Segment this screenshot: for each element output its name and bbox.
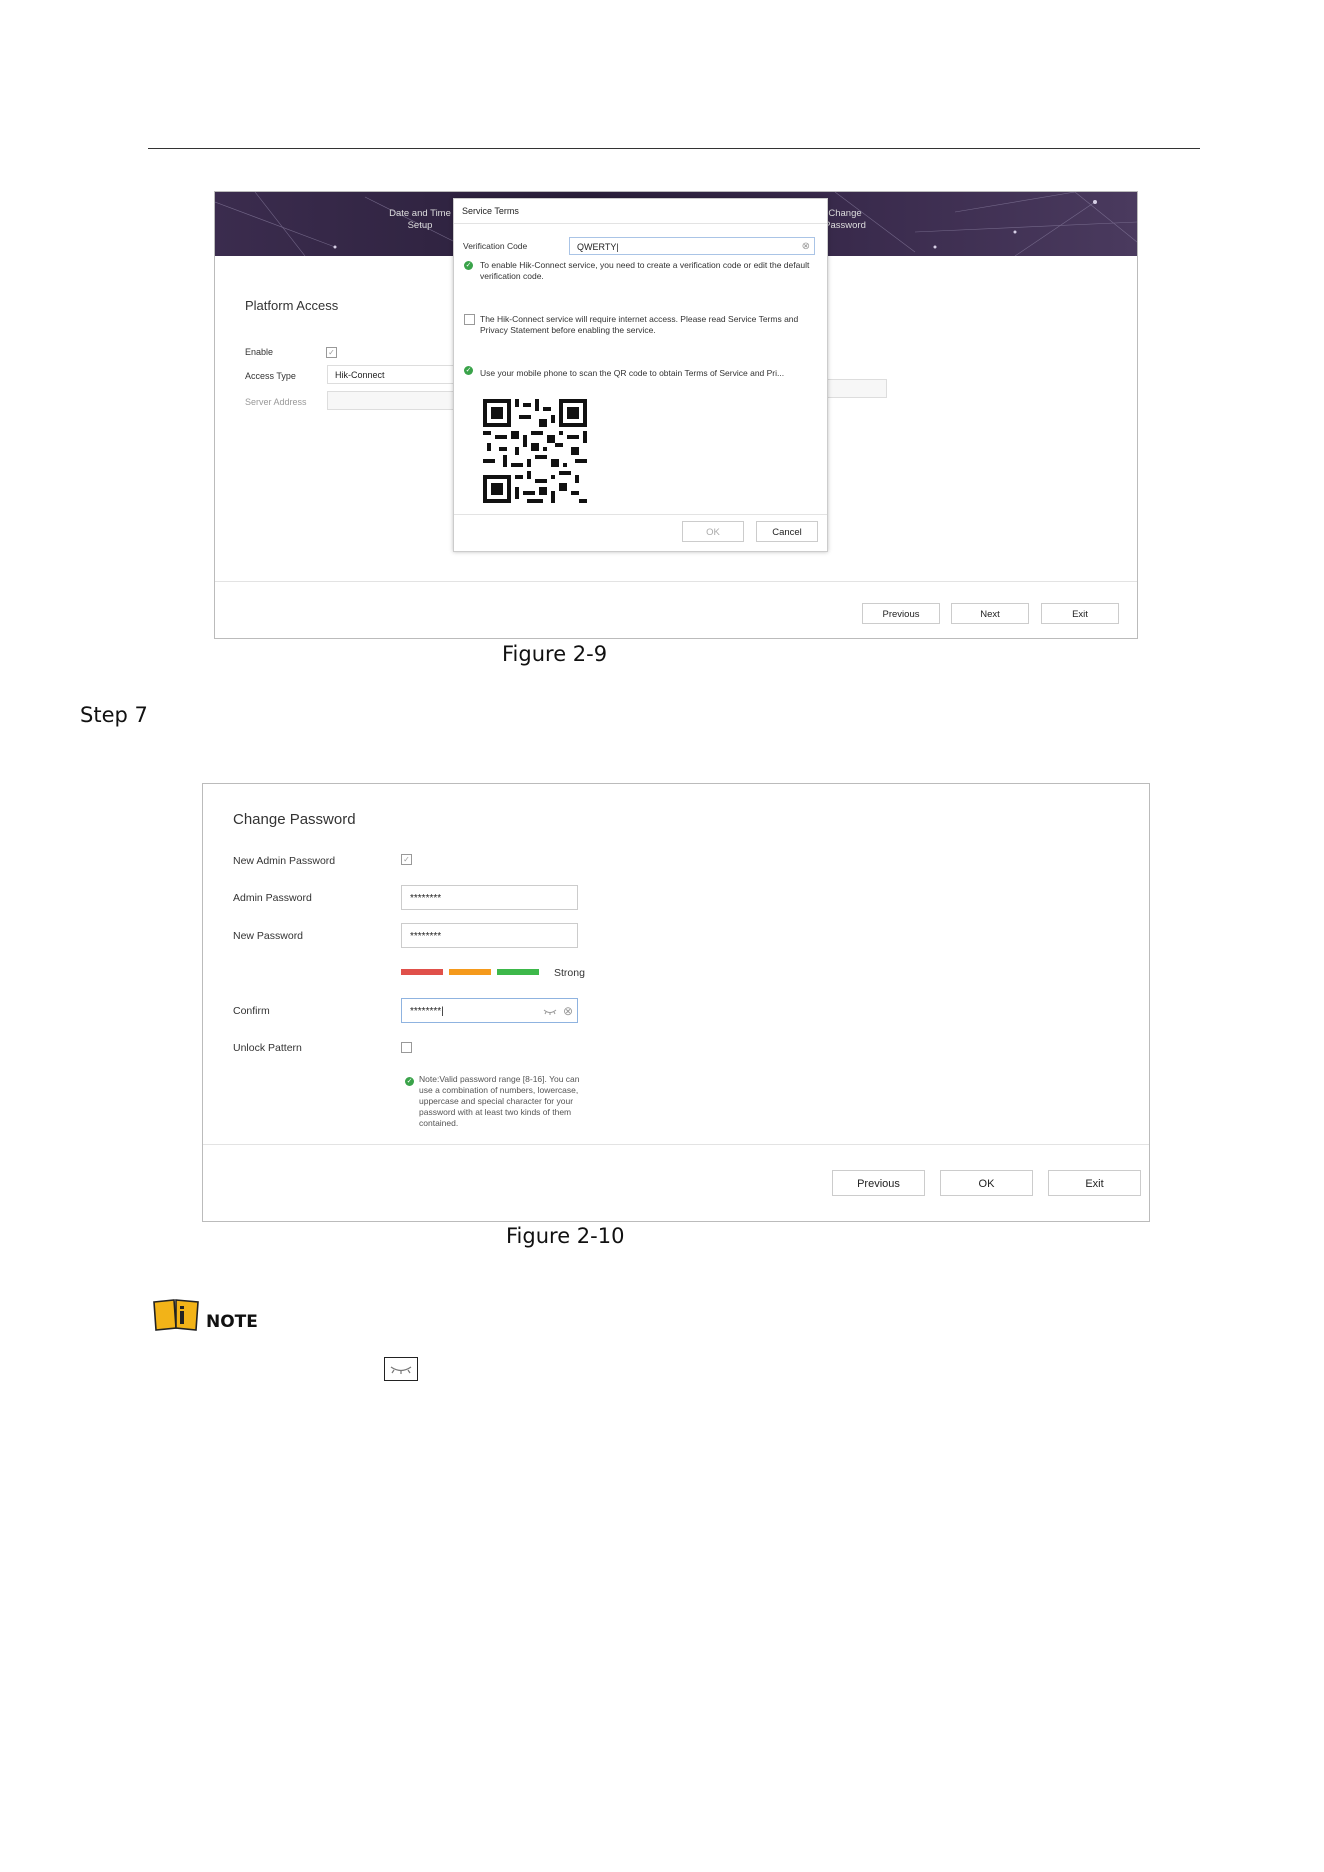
check-circle-icon: ✓ <box>464 366 473 375</box>
note-book-icon <box>153 1299 199 1331</box>
exit-button[interactable]: Exit <box>1041 603 1119 624</box>
dialog-cancel-button[interactable]: Cancel <box>756 521 818 542</box>
unlock-pattern-checkbox[interactable] <box>401 1042 412 1053</box>
admin-password-label: Admin Password <box>233 892 312 904</box>
check-circle-icon: ✓ <box>464 261 473 270</box>
new-admin-password-label: New Admin Password <box>233 855 336 867</box>
footer-divider <box>215 581 1137 582</box>
figure-2-10-caption: Figure 2-10 <box>506 1224 625 1248</box>
strength-bar-medium <box>449 969 491 975</box>
access-type-label: Access Type <box>245 371 296 381</box>
exit-button[interactable]: Exit <box>1048 1170 1141 1196</box>
eye-closed-icon <box>384 1357 418 1381</box>
verification-code-input[interactable]: QWERTY| ⊗ <box>569 237 815 255</box>
confirm-input[interactable]: ********| ⊗ <box>401 998 578 1023</box>
eye-closed-icon[interactable] <box>543 1007 557 1016</box>
agree-checkbox[interactable] <box>464 314 475 325</box>
admin-password-input[interactable]: ******** <box>401 885 578 910</box>
strength-label: Strong <box>554 967 585 979</box>
change-password-title: Change Password <box>233 811 356 828</box>
service-terms-dialog: Service Terms Verification Code QWERTY| … <box>453 198 828 552</box>
ok-button[interactable]: OK <box>940 1170 1033 1196</box>
previous-button[interactable]: Previous <box>832 1170 925 1196</box>
strength-bar-weak <box>401 969 443 975</box>
enable-checkbox[interactable]: ✓ <box>326 347 337 358</box>
figure-2-9-caption: Figure 2-9 <box>502 642 608 666</box>
access-type-select[interactable]: Hik-Connect <box>327 365 457 384</box>
enable-label: Enable <box>245 347 274 357</box>
qr-info-text: Use your mobile phone to scan the QR cod… <box>480 368 785 378</box>
confirm-value: ********| <box>410 1006 444 1017</box>
figure-platform-access: Date and Time Setup Change Password Plat… <box>214 191 1138 639</box>
dialog-footer-divider <box>454 514 827 515</box>
qr-code-icon <box>483 399 587 503</box>
server-address-input[interactable] <box>327 391 457 410</box>
clear-icon[interactable]: ⊗ <box>563 999 573 1024</box>
check-circle-icon: ✓ <box>405 1077 414 1086</box>
footer-divider <box>203 1144 1149 1145</box>
new-password-label: New Password <box>233 930 304 942</box>
step-label: Step 7 <box>80 703 148 727</box>
confirm-label: Confirm <box>233 1005 270 1017</box>
note-label: NOTE <box>206 1312 258 1332</box>
clear-icon[interactable]: ⊗ <box>802 238 810 256</box>
verification-code-value: QWERTY| <box>577 242 619 252</box>
verification-code-label: Verification Code <box>463 241 528 251</box>
verification-info-text: To enable Hik-Connect service, you need … <box>480 260 810 281</box>
next-button[interactable]: Next <box>951 603 1029 624</box>
new-admin-password-checkbox[interactable]: ✓ <box>401 854 412 865</box>
dialog-title: Service Terms <box>454 199 827 224</box>
step-date-time[interactable]: Date and Time Setup <box>385 208 455 232</box>
password-note: Note:Valid password range [8-16]. You ca… <box>419 1074 580 1128</box>
background-field <box>825 379 887 398</box>
new-password-input[interactable]: ******** <box>401 923 578 948</box>
strength-bar-strong <box>497 969 539 975</box>
platform-access-title: Platform Access <box>245 298 339 313</box>
server-address-label: Server Address <box>245 397 307 407</box>
unlock-pattern-label: Unlock Pattern <box>233 1042 302 1054</box>
dialog-ok-button[interactable]: OK <box>682 521 744 542</box>
figure-change-password: Change Password New Admin Password ✓ Adm… <box>202 783 1150 1222</box>
previous-button[interactable]: Previous <box>862 603 940 624</box>
header-rule <box>148 148 1200 149</box>
service-terms-text: The Hik-Connect service will require int… <box>480 314 799 335</box>
